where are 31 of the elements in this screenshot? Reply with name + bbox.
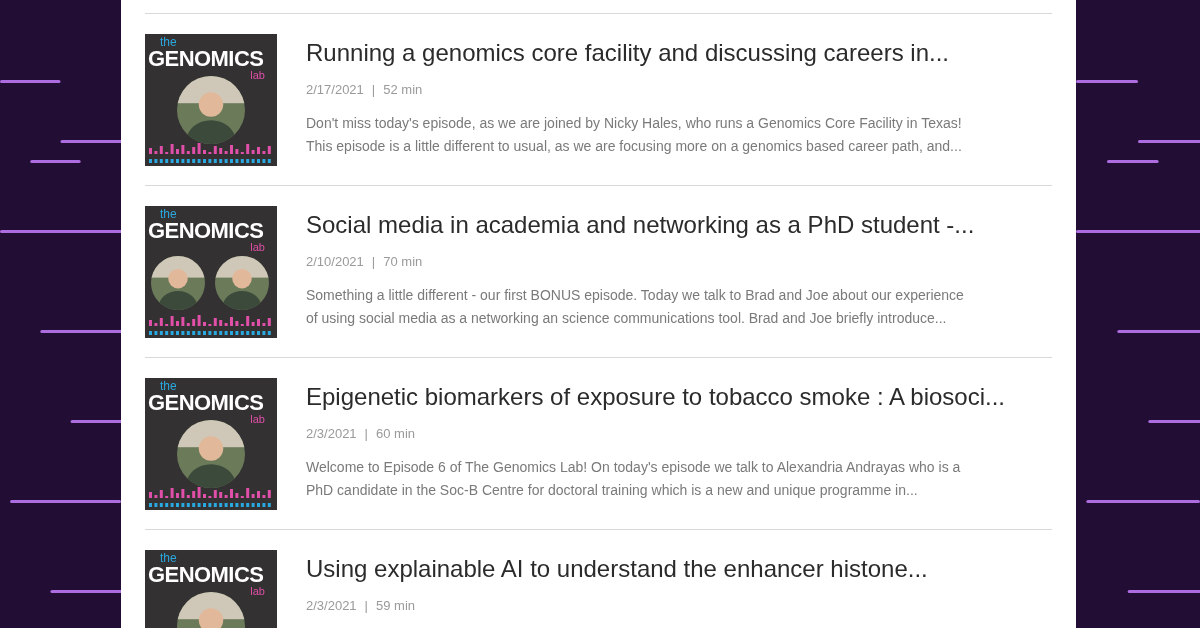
- episode-description: Welcome to Episode 6 of The Genomics Lab! On today's episode we talk to Alexandria Andrayas who is a PhD candidate in the Soc-B Centre for doctoral training which is a new and unique programme in...: [306, 457, 962, 500]
- episode-title[interactable]: Running a genomics core facility and discussing careers in...: [306, 34, 962, 68]
- separator-text: |: [371, 81, 376, 99]
- cover-text: the: [160, 552, 177, 564]
- episode-description: Something a little different - our first BONUS episode. Today we talk to Brad and Joe about our experience of using social media as a networking an science communications tool. Brad and Joe briefly introduce...: [306, 285, 965, 328]
- cover-text: lab: [250, 70, 265, 81]
- cover-text: lab: [250, 414, 265, 425]
- separator-text: |: [364, 425, 368, 443]
- separator-text: |: [371, 253, 376, 271]
- episode-duration: 60 min: [376, 425, 416, 443]
- episode-duration: 59 min: [376, 597, 416, 615]
- cover-text: lab: [250, 586, 265, 597]
- episode-description: Don't miss today's episode, as we are joined by Nicky Hales, who runs a Genomics Core Facility in Texas! This episode is a little different to usual, as we are focusing more on a genomics based career path, and...: [306, 113, 962, 156]
- episode-date: 2/10/2021: [306, 253, 364, 271]
- episode-title[interactable]: Using explainable AI to understand the enhancer histone...: [306, 550, 928, 584]
- episode-date: 2/3/2021: [306, 597, 357, 615]
- cover-title: GENOMICS: [148, 392, 264, 414]
- episode-duration: 70 min: [383, 253, 423, 271]
- cover-title: GENOMICS: [148, 220, 264, 242]
- cover-text: lab: [250, 242, 265, 253]
- episode-duration: 52 min: [383, 81, 423, 99]
- cover-title: GENOMICS: [148, 564, 264, 586]
- episode-date: 2/17/2021: [306, 81, 364, 99]
- cover-text: the: [160, 36, 177, 48]
- episode-date: 2/3/2021: [306, 425, 357, 443]
- cover-title: GENOMICS: [148, 48, 264, 70]
- separator-text: |: [364, 597, 368, 615]
- episode-title[interactable]: Social media in academia and networking as a PhD student -...: [306, 206, 975, 240]
- cover-text: the: [160, 208, 177, 220]
- episode-title[interactable]: Epigenetic biomarkers of exposure to tobacco smoke : A biosoci...: [306, 378, 1006, 412]
- cover-text: the: [160, 380, 177, 392]
